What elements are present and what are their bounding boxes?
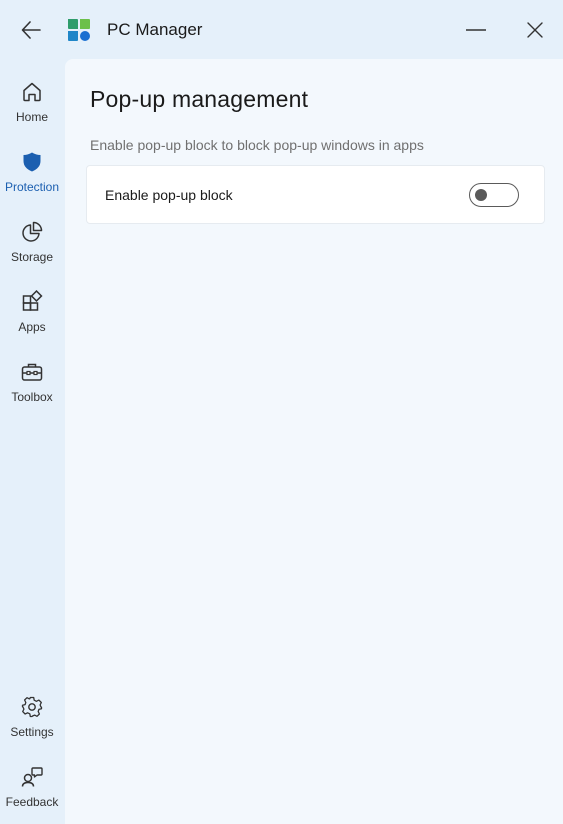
sidebar-item-settings[interactable]: Settings [0,695,64,755]
sidebar-item-label: Settings [10,725,54,739]
sidebar-item-protection[interactable]: Protection [0,150,64,210]
gear-icon [21,696,43,718]
shield-icon [23,152,41,172]
sidebar-item-label: Storage [10,250,54,264]
minimize-icon [466,29,486,31]
minimize-button[interactable] [454,12,498,48]
toggle-knob [475,189,487,201]
sidebar: Home Protection Storage Apps Toolbox Set… [0,60,64,824]
title-bar: PC Manager [0,0,563,60]
home-icon [23,82,41,102]
content-panel: Pop-up management Enable pop-up block to… [65,59,563,824]
sidebar-item-label: Home [15,110,48,124]
sidebar-item-feedback[interactable]: Feedback [0,765,64,824]
back-button[interactable] [14,14,48,46]
pc-manager-logo-icon [68,19,90,41]
page-title: Pop-up management [90,86,309,112]
sidebar-item-apps[interactable]: Apps [0,290,64,350]
popup-block-setting-card: Enable pop-up block [86,165,545,224]
close-button[interactable] [513,12,557,48]
sidebar-item-label: Toolbox [11,390,53,404]
sidebar-item-home[interactable]: Home [0,80,64,140]
arrow-left-icon [21,21,41,39]
sidebar-item-label: Apps [18,320,46,334]
sidebar-item-label: Protection [4,180,60,194]
app-title: PC Manager [107,20,203,39]
close-icon [527,22,543,38]
popup-block-toggle[interactable] [469,183,519,207]
sidebar-item-label: Feedback [5,795,59,809]
app-window: PC Manager Home Protection Storage Apps … [0,0,563,824]
pie-chart-icon [22,221,43,242]
apps-icon [22,290,43,311]
sidebar-item-toolbox[interactable]: Toolbox [0,360,64,420]
popup-block-label: Enable pop-up block [105,187,233,203]
sidebar-item-storage[interactable]: Storage [0,220,64,280]
toolbox-icon [21,363,43,381]
page-description: Enable pop-up block to block pop-up wind… [90,137,424,153]
feedback-icon [21,767,43,787]
